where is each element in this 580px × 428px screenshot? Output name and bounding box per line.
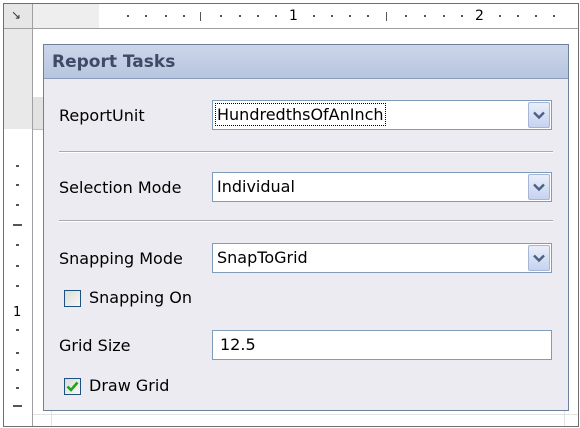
ruler-tick (239, 15, 241, 17)
grid-size-input[interactable]: 12.5 (212, 330, 552, 360)
selection-mode-label: Selection Mode (59, 178, 182, 197)
ruler-margin-left (4, 29, 33, 129)
ruler-tick (16, 204, 19, 206)
snapping-mode-label: Snapping Mode (59, 249, 183, 268)
ruler-tick (220, 15, 222, 17)
ruler-tick (16, 165, 19, 167)
ruler-tick (499, 15, 501, 17)
ruler-margin (33, 4, 99, 29)
panel-header: Report Tasks (44, 45, 568, 79)
ruler-number: 2 (475, 8, 484, 24)
chevron-down-icon[interactable] (528, 174, 550, 200)
draw-grid-label[interactable]: Draw Grid (89, 376, 169, 395)
ruler-tick (424, 15, 426, 17)
ruler-tick (553, 15, 555, 17)
chevron-down-icon[interactable] (528, 245, 550, 271)
report-tasks-panel: Report Tasks ReportUnit HundredthsOfAnIn… (43, 44, 569, 411)
ruler-mark (386, 12, 387, 21)
draw-grid-checkbox[interactable] (64, 378, 81, 395)
ruler-tick (313, 15, 315, 17)
ruler-tick (257, 15, 259, 17)
ruler-tick (517, 15, 519, 17)
selection-mode-value: Individual (217, 177, 295, 196)
panel-title: Report Tasks (52, 51, 176, 72)
ruler-number: 1 (289, 8, 298, 24)
horizontal-ruler: 1 2 (99, 4, 578, 29)
grid-size-label: Grid Size (59, 336, 131, 355)
ruler-tick (183, 15, 185, 17)
snapping-on-checkbox[interactable] (64, 290, 81, 307)
grid-size-value: 12.5 (220, 335, 256, 354)
ruler-tick (165, 15, 167, 17)
ruler-tick (331, 15, 333, 17)
ruler-tick (405, 15, 407, 17)
ruler-tick (16, 387, 19, 389)
ruler-mark (13, 224, 22, 226)
check-mark-icon (66, 381, 79, 392)
snapping-mode-dropdown[interactable]: SnapToGrid (212, 243, 552, 273)
ruler-tick (367, 15, 369, 17)
ruler-tick (16, 244, 19, 246)
grid-line (33, 414, 578, 415)
ruler-mark (13, 405, 22, 407)
vertical-ruler: 1 (4, 129, 33, 426)
ruler-tick (461, 15, 463, 17)
ruler-mark (200, 12, 201, 21)
collapse-arrow-icon: ↘ (11, 8, 22, 22)
ruler-tick (535, 15, 537, 17)
ruler-tick (16, 329, 19, 331)
report-unit-label: ReportUnit (59, 106, 145, 125)
chevron-down-icon[interactable] (528, 102, 550, 128)
selection-mode-dropdown[interactable]: Individual (212, 172, 552, 202)
ruler-tick (275, 15, 277, 17)
snapping-on-label[interactable]: Snapping On (89, 288, 192, 307)
ruler-number: 1 (13, 305, 22, 320)
snapping-mode-value: SnapToGrid (217, 248, 308, 267)
ruler-tick (16, 265, 19, 267)
ruler-corner[interactable]: ↘ (4, 4, 33, 29)
ruler-tick (145, 15, 147, 17)
report-unit-value: HundredthsOfAnInch (215, 103, 386, 126)
ruler-tick (16, 369, 19, 371)
separator (59, 220, 553, 222)
ruler-tick (443, 15, 445, 17)
ruler-tick (127, 15, 129, 17)
ruler-tick (16, 285, 19, 287)
report-unit-dropdown[interactable]: HundredthsOfAnInch (212, 100, 552, 130)
ruler-tick (349, 15, 351, 17)
separator (59, 151, 553, 153)
ruler-tick (16, 352, 19, 354)
ruler-tick (16, 184, 19, 186)
